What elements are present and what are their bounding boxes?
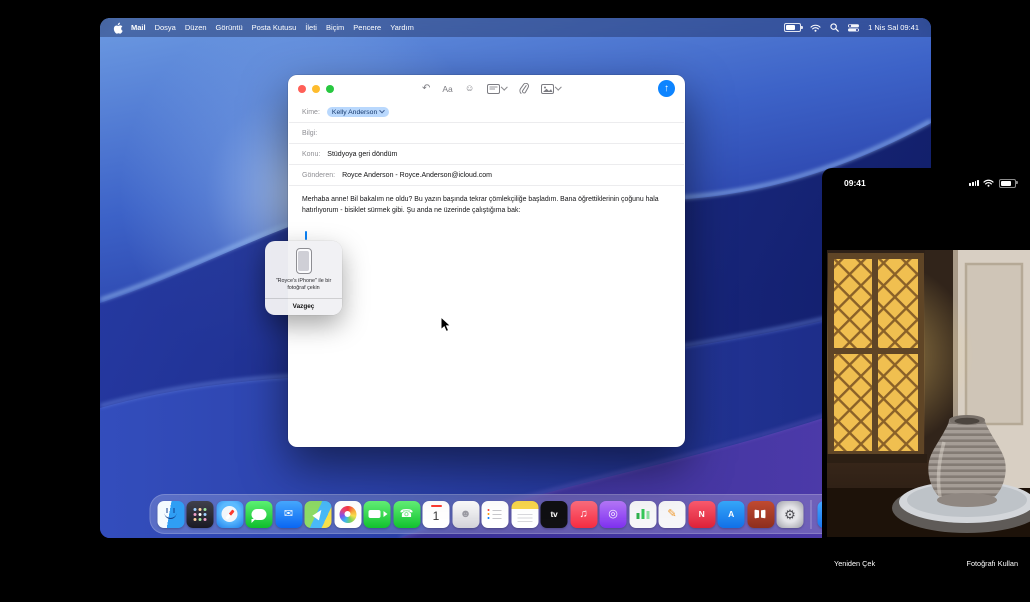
message-body[interactable]: Merhaba anne! Bil bakalım ne oldu? Bu ya… [288, 186, 685, 216]
compose-toolbar: ↶ Aa ☺ ↑ [288, 75, 685, 102]
spotlight-search-icon[interactable] [830, 23, 839, 32]
app-menus: Mail Dosya Düzen Görüntü Posta Kutusu İleti Bi… [123, 23, 414, 32]
stationery-icon[interactable] [487, 84, 507, 94]
camera-action-bar: Yeniden Çek Fotoğrafı Kullan [822, 537, 1030, 602]
dock-notes[interactable] [511, 501, 538, 528]
apple-logo-icon[interactable] [112, 21, 123, 34]
dock-app-store[interactable]: A [718, 501, 745, 528]
battery-icon [999, 179, 1016, 188]
field-from[interactable]: Gönderen: Royce Anderson - Royce.Anderso… [289, 165, 684, 186]
dock-numbers[interactable] [629, 501, 656, 528]
control-center-icon[interactable] [848, 24, 859, 32]
dock-reminders[interactable] [482, 501, 509, 528]
text-insertion-caret [305, 231, 307, 240]
format-icon[interactable]: Aa [442, 84, 452, 94]
undo-icon[interactable]: ↶ [422, 84, 430, 94]
signal-icon [969, 180, 979, 187]
dock-facetime[interactable] [364, 501, 391, 528]
zoom-button[interactable] [326, 85, 334, 93]
dock-launchpad[interactable] [187, 501, 214, 528]
dock-messages[interactable] [246, 501, 273, 528]
mouse-cursor [440, 316, 451, 338]
iphone-camera-panel: 09:41 [822, 168, 1030, 602]
menubar: Mail Dosya Düzen Görüntü Posta Kutusu İleti Bi… [100, 18, 931, 37]
field-to-label: Kime: [302, 109, 320, 116]
dock-podcasts[interactable]: ◎ [600, 501, 627, 528]
mail-compose-window: ↶ Aa ☺ ↑ Kime: Ke [288, 75, 685, 447]
attach-icon[interactable] [519, 83, 529, 94]
dock-contacts[interactable]: ☻ [452, 501, 479, 528]
dock-finder[interactable] [157, 501, 184, 528]
dock-separator [810, 500, 811, 529]
menu-biçim[interactable]: Biçim [326, 23, 344, 32]
iphone-icon [296, 248, 312, 274]
emoji-icon[interactable]: ☺ [465, 84, 475, 94]
iphone-clock: 09:41 [844, 178, 866, 188]
iphone-status-bar: 09:41 [822, 178, 1030, 188]
menu-pencere[interactable]: Pencere [353, 23, 381, 32]
send-button[interactable]: ↑ [658, 80, 675, 97]
wifi-icon[interactable] [810, 24, 821, 32]
menubar-clock[interactable]: 1 Nis Sal 09:41 [868, 23, 919, 32]
toolbar-icons: ↶ Aa ☺ [422, 83, 561, 94]
dock-photos[interactable] [334, 501, 361, 528]
dock-system-settings[interactable]: ⚙ [777, 501, 804, 528]
menu-posta-kutusu[interactable]: Posta Kutusu [252, 23, 297, 32]
dock-pages[interactable]: ✎ [659, 501, 686, 528]
menu-görüntü[interactable]: Görüntü [216, 23, 243, 32]
dock-news[interactable]: N [688, 501, 715, 528]
chevron-down-icon [379, 108, 385, 114]
insert-photo-icon[interactable] [541, 84, 561, 94]
window-controls [298, 85, 334, 93]
dock-music[interactable]: ♫ [570, 501, 597, 528]
field-to[interactable]: Kime: Kelly Anderson [289, 102, 684, 123]
mail-headers: Kime: Kelly Anderson Bilgi: Konu: Stüdyo… [288, 102, 685, 186]
minimize-button[interactable] [312, 85, 320, 93]
menu-dosya[interactable]: Dosya [155, 23, 176, 32]
field-from-label: Gönderen: [302, 172, 335, 179]
use-photo-button[interactable]: Fotoğrafı Kullan [966, 559, 1018, 602]
continuity-camera-popup: "Royce's iPhone" ile bir fotoğraf çekin … [265, 241, 342, 315]
field-subject-value: Stüdyoya geri döndüm [327, 151, 397, 158]
menubar-status: 1 Nis Sal 09:41 [784, 23, 919, 32]
menu-mail[interactable]: Mail [131, 23, 146, 32]
battery-icon[interactable] [784, 23, 801, 32]
field-from-value: Royce Anderson - Royce.Anderson@icloud.c… [342, 172, 492, 179]
dock-books[interactable] [747, 501, 774, 528]
dock-tv[interactable]: tv [541, 501, 568, 528]
wifi-icon [983, 179, 994, 187]
menu-i̇leti[interactable]: İleti [305, 23, 317, 32]
retake-button[interactable]: Yeniden Çek [834, 559, 875, 602]
camera-preview [827, 250, 1030, 537]
recipient-name: Kelly Anderson [332, 109, 377, 116]
screenshot-root: { "menubar": { "apple_icon": "apple-logo… [0, 0, 1030, 602]
dock-safari[interactable] [216, 501, 243, 528]
dock-maps[interactable] [305, 501, 332, 528]
close-button[interactable] [298, 85, 306, 93]
popup-message: "Royce's iPhone" ile bir fotoğraf çekin [265, 274, 342, 298]
cancel-button[interactable]: Vazgeç [265, 299, 342, 315]
dock: ✉ ☎1☻ tv♫◎ ✎NA ⚙ [149, 494, 882, 534]
mac-desktop: Mail Dosya Düzen Görüntü Posta Kutusu İleti Bi… [100, 18, 931, 538]
field-cc[interactable]: Bilgi: [289, 123, 684, 144]
recipient-token[interactable]: Kelly Anderson [327, 107, 389, 117]
dock-calendar[interactable]: 1 [423, 501, 450, 528]
field-subject[interactable]: Konu: Stüdyoya geri döndüm [289, 144, 684, 165]
menu-yardım[interactable]: Yardım [390, 23, 414, 32]
dock-phone[interactable]: ☎ [393, 501, 420, 528]
field-subject-label: Konu: [302, 151, 320, 158]
field-cc-label: Bilgi: [302, 130, 317, 137]
menu-düzen[interactable]: Düzen [185, 23, 207, 32]
dock-mail[interactable]: ✉ [275, 501, 302, 528]
